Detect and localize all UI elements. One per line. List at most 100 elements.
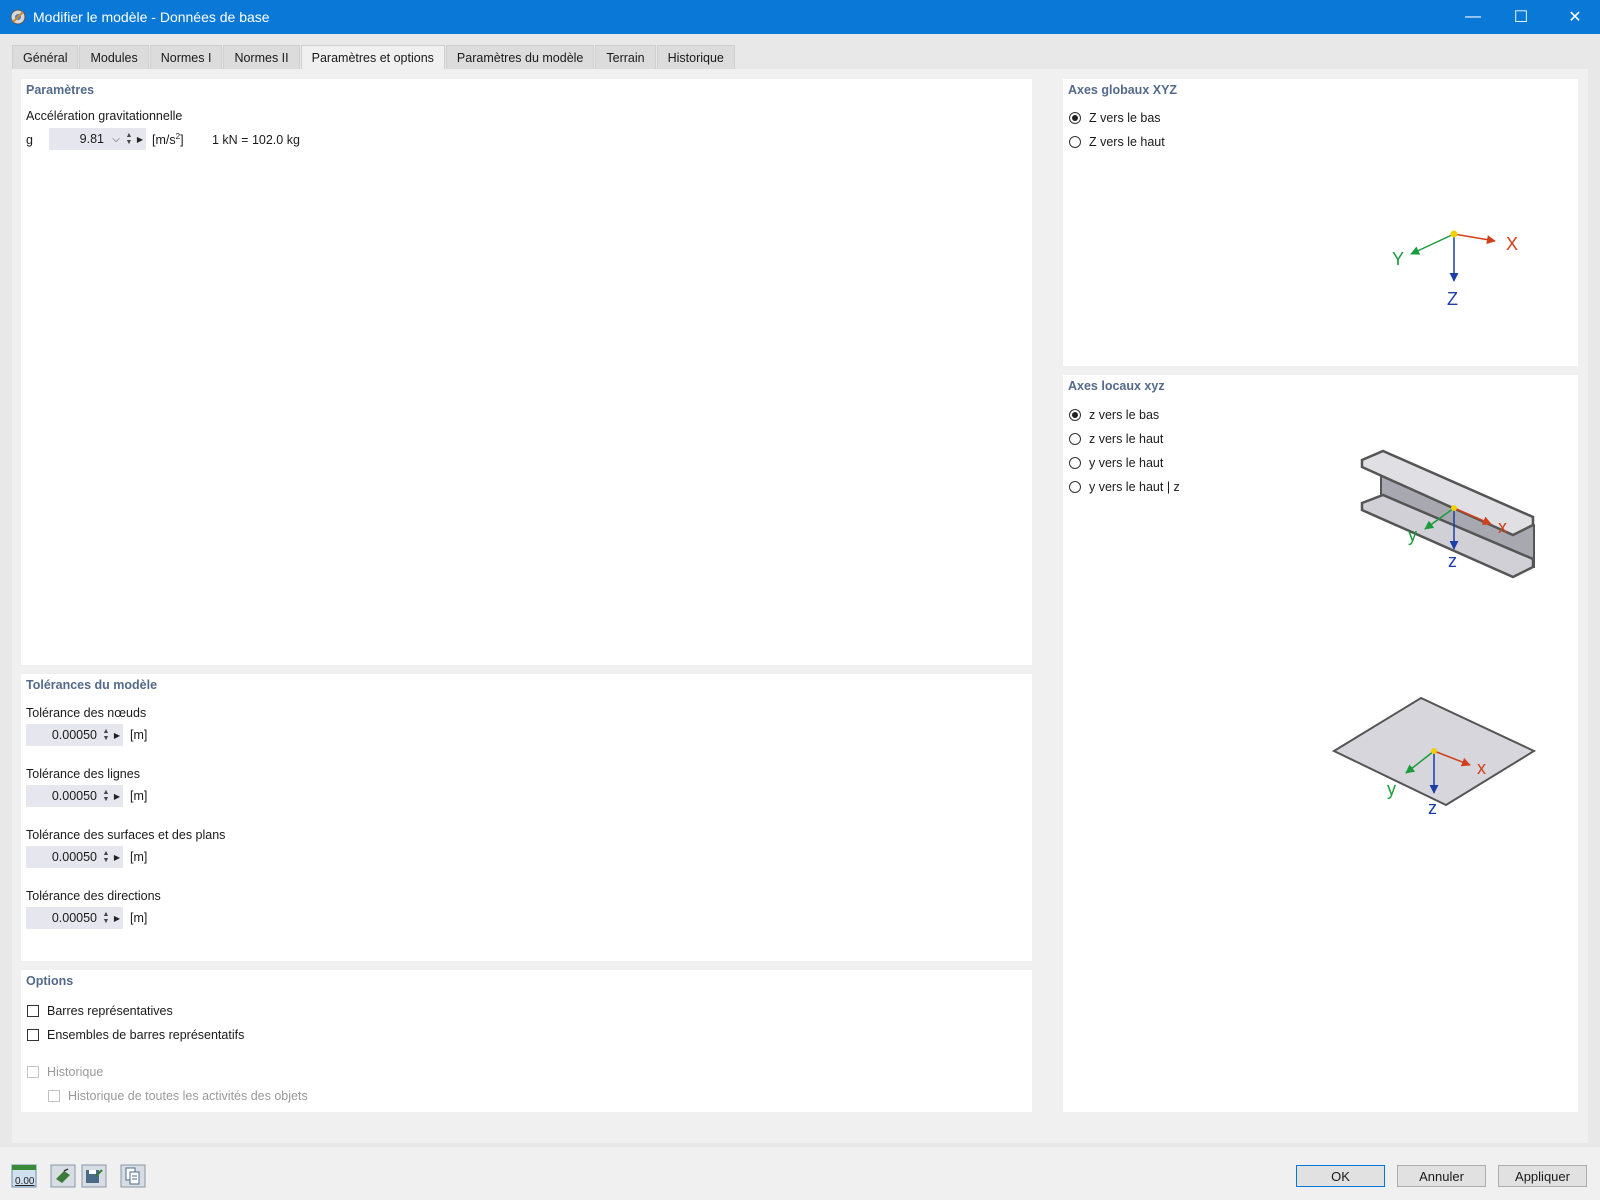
- radio-z-haut-global[interactable]: Z vers le haut: [1069, 135, 1165, 149]
- tab-parametres-modele[interactable]: Paramètres du modèle: [445, 45, 595, 69]
- tab-label: Paramètres du modèle: [456, 50, 584, 65]
- copy-settings-icon[interactable]: [120, 1164, 146, 1188]
- unit-label: [m]: [130, 850, 148, 864]
- unit-close: ]: [180, 133, 184, 148]
- gravity-value: 9.81: [79, 132, 104, 146]
- barres-representatives-checkbox[interactable]: Barres représentatives: [27, 1004, 173, 1018]
- radio-label: Z vers le haut: [1089, 135, 1165, 149]
- units-icon[interactable]: 0.00: [11, 1164, 37, 1188]
- tolerance-directions-input[interactable]: 0.00050 ▲ ▼ ▶: [26, 907, 123, 929]
- spin-arrows-icon[interactable]: ▲ ▼: [101, 789, 111, 803]
- tab-historique[interactable]: Historique: [656, 45, 735, 69]
- x-axis-arrow: [1453, 233, 1496, 245]
- panel-title: Tolérances du modèle: [26, 678, 158, 692]
- x-axis-label: x: [1498, 517, 1507, 537]
- tolerance-lignes-label: Tolérance des lignes: [26, 767, 140, 781]
- tab-label: Normes I: [160, 50, 212, 65]
- radio-z-bas-local[interactable]: z vers le bas: [1069, 408, 1159, 422]
- maximize-button[interactable]: ☐: [1498, 0, 1544, 34]
- play-icon[interactable]: ▶: [111, 853, 123, 862]
- tab-general[interactable]: Général: [12, 45, 79, 69]
- tab-label: Terrain: [606, 50, 645, 65]
- g-symbol: g: [26, 133, 33, 147]
- tab-content: Paramètres Accélération gravitationnelle…: [12, 69, 1588, 1143]
- play-icon[interactable]: ▶: [111, 731, 123, 740]
- play-icon[interactable]: ▶: [111, 914, 123, 923]
- x-axis-label: X: [1506, 234, 1518, 254]
- title-bar: Modifier le modèle - Données de base — ☐…: [0, 0, 1600, 34]
- axes-globaux-panel: Axes globaux XYZ Z vers le bas Z vers le…: [1063, 79, 1578, 366]
- radio-label: y vers le haut: [1089, 456, 1164, 470]
- checkbox-label: Ensembles de barres représentatifs: [47, 1028, 245, 1042]
- origin-point: [1431, 748, 1437, 754]
- tolerance-surfaces-label: Tolérance des surfaces et des plans: [26, 828, 226, 842]
- play-icon[interactable]: ▶: [134, 135, 146, 144]
- apply-button[interactable]: Appliquer: [1498, 1165, 1587, 1187]
- tab-parametres-options[interactable]: Paramètres et options: [300, 45, 445, 69]
- tab-normes-1[interactable]: Normes I: [149, 45, 223, 69]
- tab-label: Paramètres et options: [311, 50, 434, 65]
- tolerance-surfaces-input[interactable]: 0.00050 ▲ ▼ ▶: [26, 846, 123, 868]
- radio-label: y vers le haut | z: [1089, 480, 1180, 494]
- tab-label: Général: [23, 50, 68, 65]
- tolerance-lignes-input[interactable]: 0.00050 ▲ ▼ ▶: [26, 785, 123, 807]
- radio-circle[interactable]: [1069, 481, 1081, 493]
- checkbox-box[interactable]: [27, 1005, 39, 1017]
- ensembles-barres-checkbox[interactable]: Ensembles de barres représentatifs: [27, 1028, 244, 1042]
- tolerance-noeuds-input[interactable]: 0.00050 ▲ ▼ ▶: [26, 724, 123, 746]
- tab-label: Historique: [667, 50, 724, 65]
- radio-circle[interactable]: [1069, 457, 1081, 469]
- input-value: 0.00050: [51, 728, 97, 742]
- units-icon-graphic: 0.00: [11, 1164, 37, 1188]
- panel-title: Axes locaux xyz: [1068, 379, 1165, 393]
- y-axis-label: y: [1408, 525, 1417, 545]
- radio-z-haut-local[interactable]: z vers le haut: [1069, 432, 1163, 446]
- origin-point: [1450, 230, 1458, 238]
- plate-axes-diagram: x y z: [1331, 696, 1537, 818]
- save-model-icon[interactable]: [81, 1164, 107, 1188]
- tolerances-panel: Tolérances du modèle Tolérance des nœuds…: [21, 674, 1032, 961]
- z-axis-label: Z: [1447, 289, 1458, 309]
- close-button[interactable]: ✕: [1552, 0, 1598, 34]
- spin-arrows-icon[interactable]: ▲ ▼: [101, 850, 111, 864]
- radio-z-bas-global[interactable]: Z vers le bas: [1069, 111, 1161, 125]
- checkbox-box: [48, 1090, 60, 1102]
- checkbox-label: Historique: [47, 1065, 104, 1079]
- gravity-unit: [m/s2]: [152, 132, 184, 147]
- spin-arrows-icon[interactable]: ▲ ▼: [124, 132, 134, 146]
- unit-label: [m]: [130, 728, 148, 742]
- radio-circle[interactable]: [1069, 112, 1081, 124]
- y-axis-label: Y: [1392, 249, 1404, 269]
- radio-label: Z vers le bas: [1089, 111, 1161, 125]
- chevron-down-icon[interactable]: ⌵: [108, 134, 124, 145]
- y-axis-label: y: [1387, 779, 1396, 799]
- z-axis-label: z: [1448, 551, 1457, 571]
- tab-terrain[interactable]: Terrain: [595, 45, 656, 69]
- minimize-button[interactable]: —: [1450, 0, 1496, 34]
- radio-circle[interactable]: [1069, 136, 1081, 148]
- radio-circle[interactable]: [1069, 433, 1081, 445]
- input-value: 0.00050: [51, 911, 97, 925]
- ok-button[interactable]: OK: [1296, 1165, 1385, 1187]
- gravity-combo[interactable]: 9.81 ⌵ ▲ ▼ ▶: [49, 128, 146, 150]
- play-icon[interactable]: ▶: [111, 792, 123, 801]
- checkbox-label: Historique de toutes les activités des o…: [68, 1089, 308, 1103]
- spin-arrows-icon[interactable]: ▲ ▼: [101, 911, 111, 925]
- cancel-button[interactable]: Annuler: [1397, 1165, 1486, 1187]
- radio-circle[interactable]: [1069, 409, 1081, 421]
- radio-y-haut-local[interactable]: y vers le haut: [1069, 456, 1163, 470]
- tab-strip: Général Modules Normes I Normes II Param…: [12, 45, 736, 69]
- checkbox-box[interactable]: [27, 1029, 39, 1041]
- gravity-label: Accélération gravitationnelle: [26, 109, 183, 123]
- tolerance-noeuds-label: Tolérance des nœuds: [26, 706, 147, 720]
- origin-point: [1451, 505, 1457, 511]
- conversion-text: 1 kN = 102.0 kg: [212, 133, 300, 147]
- tab-modules[interactable]: Modules: [79, 45, 149, 69]
- unit-label: [m]: [130, 911, 148, 925]
- tab-normes-2[interactable]: Normes II: [223, 45, 300, 69]
- checkbox-label: Barres représentatives: [47, 1004, 173, 1018]
- model-transfer-icon[interactable]: [50, 1164, 76, 1188]
- spin-arrows-icon[interactable]: ▲ ▼: [101, 728, 111, 742]
- tab-label: Modules: [90, 50, 138, 65]
- radio-y-haut-z-local[interactable]: y vers le haut | z: [1069, 480, 1180, 494]
